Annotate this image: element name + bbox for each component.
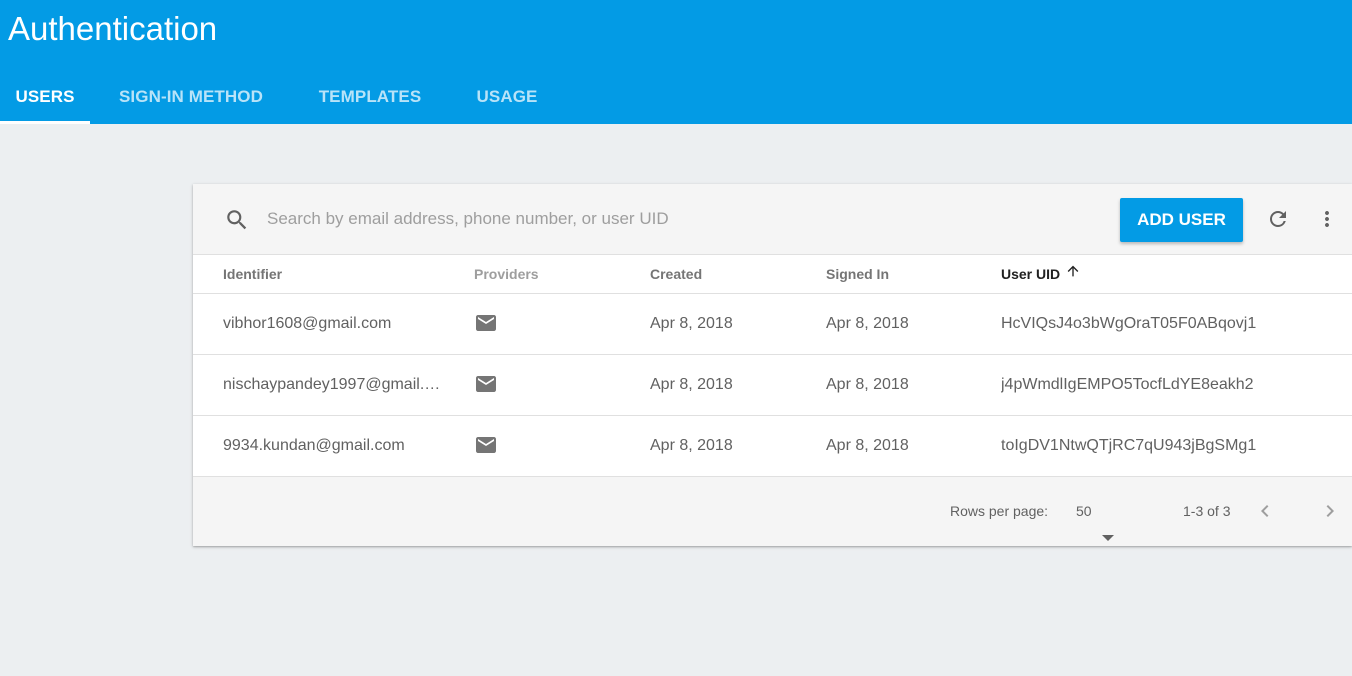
more-vert-icon[interactable]: [1315, 207, 1339, 231]
tab-users[interactable]: USERS: [0, 76, 90, 124]
chevron-right-icon[interactable]: [1318, 499, 1342, 528]
cell-signed-in: Apr 8, 2018: [826, 376, 909, 393]
rows-per-page-label: Rows per page:: [950, 503, 1049, 519]
column-header-user-uid-label: User UID: [1001, 266, 1061, 282]
cell-created: Apr 8, 2018: [650, 376, 733, 393]
cell-user-uid: toIgDV1NtwQTjRC7qU943jBgSMg1: [1001, 437, 1257, 454]
cell-identifier: vibhor1608@gmail.com: [223, 315, 392, 332]
arrow-drop-down-icon: [1102, 503, 1114, 572]
app-header: Authentication USERS SIGN-IN METHOD TEMP…: [0, 0, 1352, 124]
cell-identifier: 9934.kundan@gmail.com: [223, 437, 405, 454]
search-icon: [224, 207, 250, 233]
mail-icon: [474, 372, 498, 396]
cell-identifier: nischaypandey1997@gmail.com: [223, 376, 441, 393]
pagination-footer: Rows per page: 50 1-3 of 3: [193, 477, 1352, 546]
rows-per-page-value: 50: [1076, 503, 1092, 519]
add-user-button[interactable]: ADD USER: [1120, 198, 1243, 242]
mail-icon: [474, 311, 498, 335]
column-header-signed-in[interactable]: Signed In: [826, 255, 889, 293]
cell-signed-in: Apr 8, 2018: [826, 315, 909, 332]
cell-created: Apr 8, 2018: [650, 315, 733, 332]
column-header-created[interactable]: Created: [650, 255, 702, 293]
table-header: Identifier Providers Created Signed In U…: [193, 255, 1352, 294]
table-row[interactable]: vibhor1608@gmail.com Apr 8, 2018 Apr 8, …: [193, 294, 1352, 355]
arrow-up-icon: [1065, 255, 1081, 293]
users-card: ADD USER Identifier Providers Created Si…: [193, 184, 1352, 546]
active-tab-indicator: [0, 121, 90, 124]
tab-bar: USERS SIGN-IN METHOD TEMPLATES USAGE: [0, 76, 1352, 124]
chevron-left-icon[interactable]: [1253, 499, 1277, 528]
table-row[interactable]: nischaypandey1997@gmail.com Apr 8, 2018 …: [193, 355, 1352, 416]
tab-usage[interactable]: USAGE: [466, 76, 548, 124]
search-input[interactable]: [267, 205, 967, 233]
cell-user-uid: j4pWmdlIgEMPO5TocfLdYE8eakh2: [1001, 376, 1254, 393]
table-row[interactable]: 9934.kundan@gmail.com Apr 8, 2018 Apr 8,…: [193, 416, 1352, 477]
tab-sign-in-method[interactable]: SIGN-IN METHOD: [106, 76, 276, 124]
users-toolbar: ADD USER: [193, 184, 1352, 255]
rows-per-page-select[interactable]: 50: [1076, 477, 1126, 546]
mail-icon: [474, 433, 498, 457]
tab-templates[interactable]: TEMPLATES: [308, 76, 432, 124]
cell-signed-in: Apr 8, 2018: [826, 437, 909, 454]
column-header-providers: Providers: [474, 266, 539, 282]
column-header-user-uid[interactable]: User UID: [1001, 255, 1081, 293]
refresh-icon[interactable]: [1266, 207, 1290, 231]
page-title: Authentication: [8, 10, 218, 47]
cell-created: Apr 8, 2018: [650, 437, 733, 454]
column-header-identifier[interactable]: Identifier: [223, 255, 282, 293]
pagination-range: 1-3 of 3: [1183, 503, 1231, 519]
cell-user-uid: HcVIQsJ4o3bWgOraT05F0ABqovj1: [1001, 315, 1257, 332]
